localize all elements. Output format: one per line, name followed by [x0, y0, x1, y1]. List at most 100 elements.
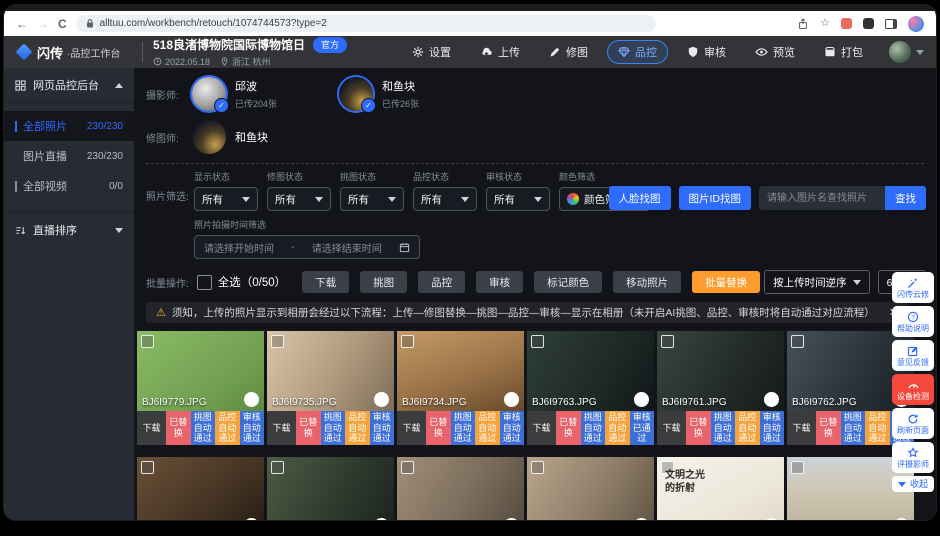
photo-badge-审核自动通过[interactable]: 审核自动通过 [370, 411, 395, 445]
select-circle[interactable] [504, 392, 519, 407]
photo-badge-审核自动通过[interactable]: 审核自动通过 [760, 411, 785, 445]
photo-badge-下载[interactable]: 下载 [267, 411, 296, 445]
select-circle[interactable] [374, 518, 389, 520]
select-circle[interactable] [244, 518, 259, 520]
nav-item-预览[interactable]: 预览 [745, 40, 805, 64]
float-button-闪传云修[interactable]: 闪传云修 [892, 272, 934, 303]
sort-order-dropdown[interactable]: 按上传时间逆序 [764, 270, 870, 294]
extensions-icon[interactable] [863, 18, 874, 29]
photo-badge-挑图自动通过[interactable]: 挑图自动通过 [191, 411, 216, 445]
photo-thumbnail[interactable]: BJ6I9758.JPG [137, 457, 264, 520]
photo-badge-下载[interactable]: 下载 [137, 411, 166, 445]
select-circle[interactable] [374, 392, 389, 407]
photo-badge-已替换[interactable]: 已替换 [296, 411, 321, 445]
photographer[interactable]: ✓和鱼块已传26张 [339, 77, 419, 111]
select-circle[interactable] [504, 518, 519, 520]
photo-badge-挑图自动通过[interactable]: 挑图自动通过 [841, 411, 866, 445]
filter-dropdown-box[interactable]: 所有 [340, 187, 404, 211]
photo-checkbox[interactable] [141, 461, 154, 474]
float-button-帮助说明[interactable]: ?帮助说明 [892, 306, 934, 337]
photo-badge-下载[interactable]: 下载 [787, 411, 816, 445]
photo-badge-挑图自动通过[interactable]: 挑图自动通过 [711, 411, 736, 445]
float-button-意见反馈[interactable]: 意见反馈 [892, 340, 934, 371]
nav-item-设置[interactable]: 设置 [402, 40, 461, 64]
photo-badge-品控自动通过[interactable]: 品控自动通过 [215, 411, 240, 445]
photo-checkbox[interactable] [271, 335, 284, 348]
app-logo[interactable]: 闪传 ·品控工作台 [16, 43, 132, 62]
select-all-checkbox[interactable] [197, 275, 212, 290]
sidebar-item-live-sort[interactable]: 直播排序 [4, 211, 134, 248]
batch-button-挑图[interactable]: 挑图 [360, 271, 407, 293]
batch-replace-button[interactable]: 批量替换 [692, 271, 760, 293]
photo-badge-已替换[interactable]: 已替换 [556, 411, 581, 445]
float-button-评摄影师[interactable]: 评摄影师 [892, 442, 934, 473]
batch-button-移动照片[interactable]: 移动照片 [613, 271, 681, 293]
batch-button-下载[interactable]: 下载 [302, 271, 349, 293]
photo-thumbnail[interactable]: BJ6I9755.JPG [397, 457, 524, 520]
photo-checkbox[interactable] [531, 461, 544, 474]
select-circle[interactable] [244, 392, 259, 407]
sidebar-item-全部照片[interactable]: 全部照片230/230 [4, 111, 134, 141]
select-circle[interactable] [764, 518, 779, 520]
nav-item-打包[interactable]: 打包 [814, 40, 873, 64]
extension-red-icon[interactable] [841, 18, 852, 29]
bookmark-star-icon[interactable]: ☆ [820, 18, 830, 29]
photographer[interactable]: ✓邱波已传204张 [192, 77, 277, 111]
photo-thumbnail[interactable]: BJ6I9763.JPG [527, 331, 654, 411]
photo-checkbox[interactable] [271, 461, 284, 474]
sidebar-item-图片直播[interactable]: 图片直播230/230 [4, 141, 134, 171]
photo-badge-挑图自动通过[interactable]: 挑图自动通过 [321, 411, 346, 445]
face-search-button[interactable]: 人脸找图 [609, 186, 671, 210]
nav-item-上传[interactable]: 上传 [470, 40, 530, 64]
photo-thumbnail[interactable]: BJ6I9735.JPG [267, 331, 394, 411]
photo-badge-审核已通过[interactable]: 审核已通过 [630, 411, 655, 445]
select-circle[interactable] [894, 518, 909, 520]
url-bar[interactable]: alltuu.com/workbench/retouch/1074744573?… [76, 15, 656, 32]
nav-item-品控[interactable]: 品控 [607, 40, 668, 64]
photo-checkbox[interactable] [791, 335, 804, 348]
search-input[interactable] [759, 186, 885, 210]
select-circle[interactable] [764, 392, 779, 407]
photo-checkbox[interactable] [401, 461, 414, 474]
photo-thumbnail[interactable]: 文明之光 的折射微信图片_202205… [657, 457, 784, 520]
photo-badge-已替换[interactable]: 已替换 [426, 411, 451, 445]
select-circle[interactable] [634, 392, 649, 407]
share-icon[interactable] [797, 18, 809, 30]
batch-button-审核[interactable]: 审核 [476, 271, 523, 293]
back-icon[interactable]: ← [16, 18, 28, 30]
photo-badge-审核自动通过[interactable]: 审核自动通过 [240, 411, 265, 445]
filter-dropdown-box[interactable]: 所有 [486, 187, 550, 211]
photo-thumbnail[interactable]: BJ6I9759.JPG [267, 457, 394, 520]
photo-badge-下载[interactable]: 下载 [397, 411, 426, 445]
photo-checkbox[interactable] [661, 335, 674, 348]
photo-badge-品控自动通过[interactable]: 品控自动通过 [475, 411, 500, 445]
photo-badge-下载[interactable]: 下载 [527, 411, 556, 445]
photo-badge-已替换[interactable]: 已替换 [816, 411, 841, 445]
filter-dropdown-box[interactable]: 所有 [413, 187, 477, 211]
filter-dropdown-box[interactable]: 所有 [267, 187, 331, 211]
browser-profile-avatar[interactable] [908, 16, 924, 32]
photo-checkbox[interactable] [791, 461, 804, 474]
photo-checkbox[interactable] [141, 335, 154, 348]
photo-badge-审核自动通过[interactable]: 审核自动通过 [500, 411, 525, 445]
user-avatar[interactable] [889, 41, 911, 63]
image-id-search-button[interactable]: 图片ID找图 [679, 186, 752, 210]
photo-badge-品控自动通过[interactable]: 品控自动通过 [865, 411, 890, 445]
nav-item-修图[interactable]: 修图 [539, 40, 598, 64]
forward-icon[interactable]: → [37, 18, 49, 30]
retoucher[interactable]: 和鱼块 [192, 120, 268, 154]
search-button[interactable]: 查找 [885, 186, 926, 210]
photo-badge-已替换[interactable]: 已替换 [166, 411, 191, 445]
side-panel-icon[interactable] [885, 19, 897, 29]
batch-button-品控[interactable]: 品控 [418, 271, 465, 293]
select-circle[interactable] [634, 518, 649, 520]
photo-checkbox[interactable] [401, 335, 414, 348]
filter-dropdown-box[interactable]: 所有 [194, 187, 258, 211]
float-button-设备检测[interactable]: 设备检测 [892, 374, 934, 405]
photo-thumbnail[interactable]: BJ6I9761.JPG [657, 331, 784, 411]
photo-badge-挑图自动通过[interactable]: 挑图自动通过 [581, 411, 606, 445]
photo-badge-品控自动通过[interactable]: 品控自动通过 [605, 411, 630, 445]
photo-badge-挑图自动通过[interactable]: 挑图自动通过 [451, 411, 476, 445]
date-range-input[interactable]: 请选择开始时间 - 请选择结束时间 [194, 235, 420, 259]
reload-icon[interactable]: C [58, 18, 67, 30]
